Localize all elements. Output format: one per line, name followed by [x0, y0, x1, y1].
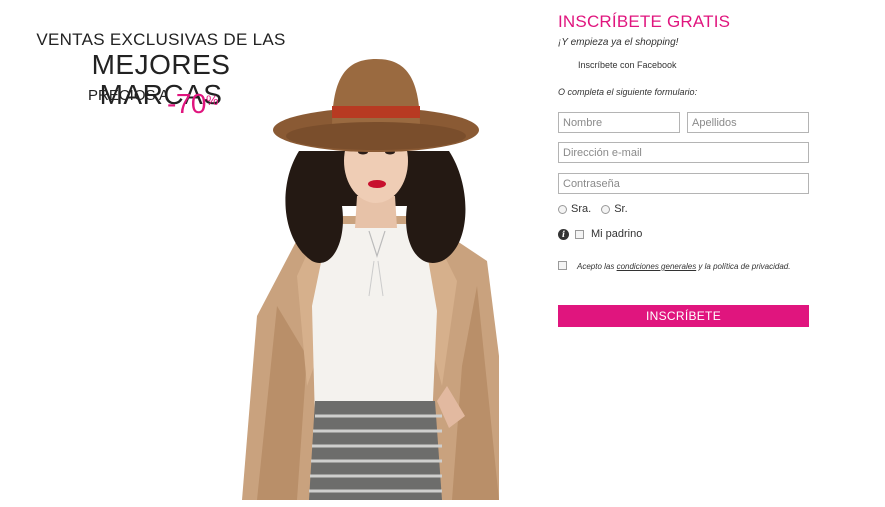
- discount-value: -70: [167, 88, 206, 119]
- form-title: INSCRÍBETE GRATIS: [558, 12, 731, 31]
- terms-text-before: Acepto las: [577, 262, 617, 271]
- radio-sr[interactable]: [601, 204, 611, 214]
- terms-checkbox[interactable]: [558, 261, 567, 270]
- radio-sr-label: Sr.: [614, 203, 628, 215]
- password-input[interactable]: [558, 173, 809, 194]
- form-subtitle: ¡Y empieza ya el shopping!: [558, 37, 679, 48]
- promo-line-1: VENTAS EXCLUSIVAS DE LAS: [36, 30, 286, 49]
- terms-row: Acepto las condiciones generales y la po…: [558, 260, 808, 272]
- apellidos-input[interactable]: [687, 112, 809, 133]
- gender-radio-group: Sra. Sr.: [558, 203, 628, 215]
- promo-discount: -70%: [167, 88, 218, 120]
- info-icon[interactable]: i: [558, 228, 569, 240]
- form-instructions: O completa el siguiente formulario:: [558, 87, 698, 97]
- terms-text-after: y la política de privacidad.: [696, 262, 791, 271]
- radio-sra-label: Sra.: [571, 203, 592, 215]
- padrino-row: i Mi padrino: [558, 228, 642, 240]
- terms-link[interactable]: condiciones generales: [617, 262, 697, 271]
- nombre-input[interactable]: [558, 112, 680, 133]
- model-photo: [242, 59, 499, 500]
- submit-button[interactable]: INSCRÍBETE: [558, 305, 809, 327]
- percent-sign: %: [205, 92, 218, 108]
- email-input[interactable]: [558, 142, 809, 163]
- facebook-signup-link[interactable]: Inscríbete con Facebook: [578, 60, 677, 70]
- radio-sra[interactable]: [558, 204, 567, 214]
- padrino-checkbox[interactable]: [575, 229, 584, 239]
- padrino-label: Mi padrino: [591, 228, 643, 240]
- promo-prices-label: PRECIOS A: [88, 87, 169, 104]
